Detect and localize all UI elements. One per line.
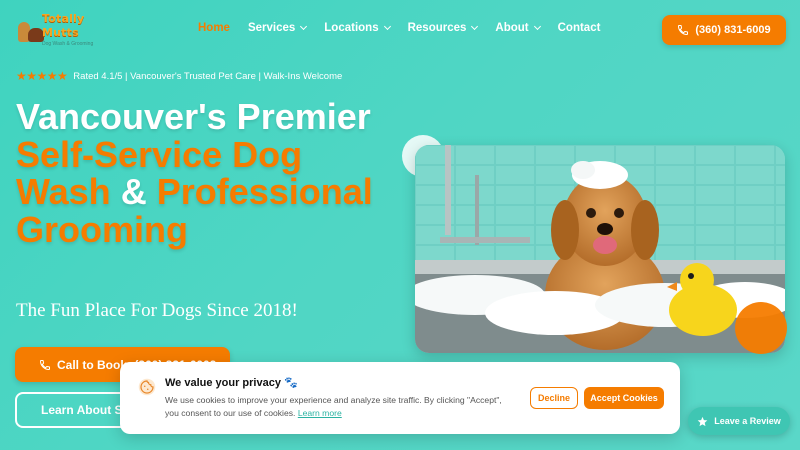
chevron-down-icon: [300, 22, 308, 31]
cookie-title: We value your privacy 🐾: [165, 377, 298, 389]
dog-in-bathtub-illustration: [415, 145, 785, 353]
header-phone-label: (360) 831-6009: [695, 24, 771, 36]
logo-text-line2: Mutts: [42, 26, 79, 39]
cookie-message: We use cookies to improve your experienc…: [165, 394, 515, 420]
headline-part1: Vancouver's Premier: [16, 96, 371, 137]
nav-contact[interactable]: Contact: [558, 22, 601, 34]
nav-services[interactable]: Services: [247, 22, 308, 34]
decorative-orange-circle: [735, 302, 787, 354]
rating-bar: ★★★★★ Rated 4.1/5 | Vancouver's Trusted …: [16, 69, 342, 83]
cookie-learn-more-link[interactable]: Learn more: [298, 408, 342, 418]
leave-review-label: Leave a Review: [714, 416, 781, 426]
chevron-down-icon: [533, 22, 541, 31]
leave-review-button[interactable]: Leave a Review: [688, 407, 790, 435]
cookie-decline-button[interactable]: Decline: [530, 387, 578, 409]
hero-subhead: The Fun Place For Dogs Since 2018!: [16, 300, 298, 321]
nav-about-label: About: [495, 22, 529, 34]
site-logo[interactable]: Totally Mutts Dog Wash & Grooming: [16, 8, 96, 48]
cookie-icon: [138, 378, 156, 396]
nav-home[interactable]: Home: [198, 22, 230, 34]
chevron-down-icon: [383, 22, 391, 31]
logo-text-line1: Totally: [42, 12, 85, 25]
cookie-consent-banner: We value your privacy 🐾 We use cookies t…: [120, 362, 680, 434]
headline-part3: &: [110, 171, 157, 212]
star-icon: [697, 416, 708, 426]
rating-stars-icon: ★★★★★: [16, 69, 68, 83]
header-phone-button[interactable]: (360) 831-6009: [662, 15, 786, 45]
phone-icon: [39, 359, 50, 370]
main-navigation: Home Services Locations Resources About …: [198, 22, 618, 34]
chevron-down-icon: [471, 22, 479, 31]
nav-about[interactable]: About: [495, 22, 541, 34]
nav-home-label: Home: [198, 22, 230, 34]
nav-contact-label: Contact: [557, 22, 601, 34]
nav-resources-label: Resources: [407, 22, 467, 34]
hero-dog-bath-image: [415, 145, 785, 353]
logo-tagline: Dog Wash & Grooming: [42, 41, 94, 47]
nav-locations[interactable]: Locations: [324, 22, 391, 34]
nav-resources[interactable]: Resources: [407, 22, 479, 34]
cookie-accept-button[interactable]: Accept Cookies: [584, 387, 664, 409]
hero-headline: Vancouver's Premier Self-Service Dog Was…: [16, 98, 396, 248]
phone-icon: [678, 25, 689, 36]
rating-text: Rated 4.1/5 | Vancouver's Trusted Pet Ca…: [73, 70, 343, 82]
nav-services-label: Services: [247, 22, 296, 34]
nav-locations-label: Locations: [324, 22, 379, 34]
